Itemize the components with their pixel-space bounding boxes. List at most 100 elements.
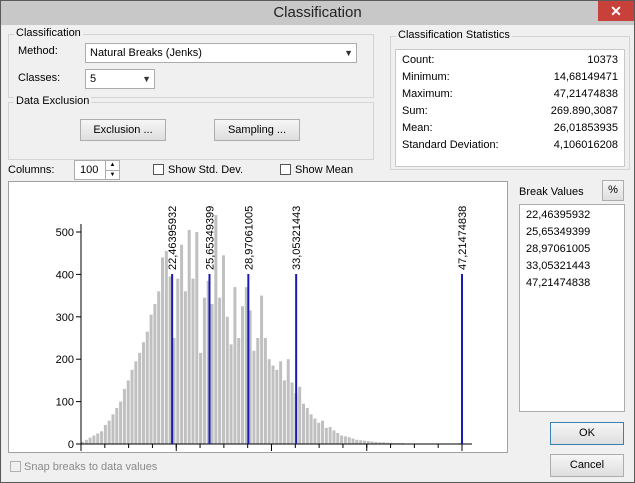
stat-row-minimum: Minimum: 14,68149471 xyxy=(402,71,618,88)
list-item[interactable]: 33,05321443 xyxy=(526,260,590,272)
cancel-button[interactable]: Cancel xyxy=(550,454,624,477)
statistics-group-label: Classification Statistics xyxy=(396,29,512,41)
stat-label: Maximum: xyxy=(402,88,453,100)
histogram-bar xyxy=(317,422,321,444)
histogram-bar xyxy=(225,316,229,444)
snap-breaks-label: Snap breaks to data values xyxy=(24,461,158,473)
stat-row-maximum: Maximum: 47,21474838 xyxy=(402,88,618,105)
histogram-chart[interactable]: 010020030040050014,6814947122,8148081330… xyxy=(9,182,507,452)
histogram-bar xyxy=(138,352,142,444)
histogram-bar xyxy=(359,440,363,444)
histogram-bar xyxy=(176,278,180,444)
classes-label: Classes: xyxy=(18,72,61,84)
histogram-bar xyxy=(164,251,168,444)
list-item[interactable]: 22,46395932 xyxy=(526,209,590,221)
histogram-bar xyxy=(305,407,309,444)
histogram-bar xyxy=(149,314,153,444)
histogram-bar xyxy=(221,255,225,444)
histogram-bar xyxy=(343,436,347,444)
histogram-bar xyxy=(275,369,279,444)
histogram-panel: 010020030040050014,6814947122,8148081330… xyxy=(8,181,508,453)
columns-label: Columns: xyxy=(8,164,55,176)
sampling-button[interactable]: Sampling ... xyxy=(214,119,300,141)
y-tick-label: 300 xyxy=(56,312,74,324)
list-item[interactable]: 28,97061005 xyxy=(526,243,590,255)
histogram-bar xyxy=(336,432,340,444)
stat-label: Sum: xyxy=(402,105,428,117)
snap-breaks-checkbox[interactable] xyxy=(10,461,21,472)
histogram-bar xyxy=(233,287,237,444)
y-tick-label: 0 xyxy=(68,439,74,451)
show-std-dev-checkbox[interactable] xyxy=(153,164,164,175)
histogram-bar xyxy=(301,403,305,444)
y-tick-label: 500 xyxy=(56,227,74,239)
break-line-label: 33,05321443 xyxy=(291,206,303,270)
columns-value: 100 xyxy=(80,164,99,176)
histogram-bar xyxy=(145,331,149,444)
close-button[interactable]: ✕ xyxy=(598,1,634,21)
ok-button[interactable]: OK xyxy=(550,422,624,445)
histogram-bar xyxy=(210,304,214,444)
histogram-bar xyxy=(191,278,195,444)
histogram-bar xyxy=(362,440,366,444)
histogram-bar xyxy=(256,338,260,444)
classes-dropdown[interactable]: 5 ▼ xyxy=(85,69,155,89)
stat-label: Count: xyxy=(402,54,435,66)
histogram-bar xyxy=(355,439,359,444)
histogram-bar xyxy=(107,420,111,444)
histogram-bar xyxy=(332,430,336,444)
histogram-bar xyxy=(351,438,355,444)
break-line-label: 47,21474838 xyxy=(457,206,469,270)
percent-button[interactable]: % xyxy=(602,180,624,201)
histogram-bar xyxy=(309,414,313,444)
histogram-bar xyxy=(282,380,286,444)
histogram-bar xyxy=(298,386,302,444)
method-dropdown[interactable]: Natural Breaks (Jenks) ▼ xyxy=(85,43,357,63)
classification-dialog: Classification ✕ Classification Method: … xyxy=(0,0,635,483)
exclusion-button[interactable]: Exclusion ... xyxy=(80,119,166,141)
histogram-bar xyxy=(195,232,199,444)
histogram-bar xyxy=(267,359,271,444)
data-exclusion-group: Data Exclusion Exclusion ... Sampling ..… xyxy=(8,95,374,160)
break-values-list[interactable]: 22,46395932 25,65349399 28,97061005 33,0… xyxy=(519,204,625,412)
columns-stepper[interactable]: 100 ▲ ▼ xyxy=(74,160,120,180)
show-mean-checkbox[interactable] xyxy=(280,164,291,175)
stat-value: 26,01853935 xyxy=(553,122,618,134)
histogram-bar xyxy=(130,369,134,444)
classification-group-label: Classification xyxy=(14,27,83,39)
title-bar: Classification ✕ xyxy=(1,1,634,25)
data-exclusion-group-label: Data Exclusion xyxy=(14,95,92,107)
list-item[interactable]: 25,65349399 xyxy=(526,226,590,238)
histogram-bar xyxy=(96,433,100,444)
histogram-bar xyxy=(229,344,233,444)
stepper-down-icon[interactable]: ▼ xyxy=(105,170,119,180)
stat-label: Mean: xyxy=(402,122,433,134)
histogram-bar xyxy=(84,439,88,444)
histogram-bar xyxy=(237,338,241,444)
break-line-label: 22,46395932 xyxy=(167,206,179,270)
stat-value: 14,68149471 xyxy=(553,71,618,83)
histogram-bar xyxy=(313,418,317,444)
histogram-bar xyxy=(100,431,104,444)
classification-statistics-group: Classification Statistics Count: 10373 M… xyxy=(390,29,630,170)
list-item[interactable]: 47,21474838 xyxy=(526,277,590,289)
stat-label: Standard Deviation: xyxy=(402,139,499,151)
histogram-bar xyxy=(122,388,126,444)
break-line-label: 28,97061005 xyxy=(243,206,255,270)
window-title: Classification xyxy=(273,4,362,21)
stepper-up-icon[interactable]: ▲ xyxy=(105,161,119,170)
histogram-bar xyxy=(161,257,165,444)
histogram-bar xyxy=(202,297,206,444)
histogram-bar xyxy=(141,342,145,444)
histogram-bar xyxy=(263,338,267,444)
method-value: Natural Breaks (Jenks) xyxy=(90,47,202,59)
histogram-bar xyxy=(119,401,123,444)
statistics-panel: Count: 10373 Minimum: 14,68149471 Maximu… xyxy=(395,49,625,167)
classification-group: Classification Method: Natural Breaks (J… xyxy=(8,27,374,98)
chevron-down-icon: ▼ xyxy=(142,74,151,84)
stat-value: 269.890,3087 xyxy=(550,105,618,117)
classes-value: 5 xyxy=(90,73,97,85)
histogram-bar xyxy=(183,291,187,444)
histogram-bar xyxy=(153,304,157,444)
histogram-bar xyxy=(199,352,203,444)
